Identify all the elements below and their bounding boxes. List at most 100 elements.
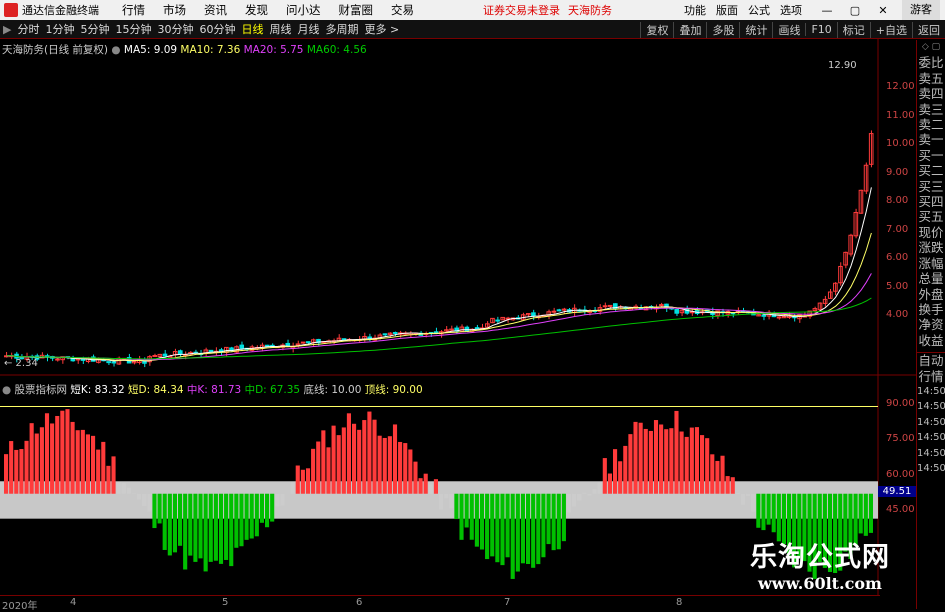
quote-label: 现价 (917, 225, 945, 240)
price-tick: 12.00 (886, 81, 915, 92)
bottom-line: 底线: 10.00 (303, 384, 361, 396)
indicator-bar (429, 485, 433, 494)
menu-item-wenxiaoda[interactable]: 问小达 (286, 2, 321, 18)
candle-body (153, 355, 157, 356)
menu-gongshi[interactable]: 公式 (748, 2, 770, 18)
tool-duogu[interactable]: 多股 (706, 22, 739, 38)
menu-item-zixun[interactable]: 资讯 (204, 2, 227, 18)
indicator-bar (132, 493, 136, 494)
tool-f10[interactable]: F10 (805, 23, 836, 36)
trade-status[interactable]: 证券交易未登录 (483, 2, 560, 18)
indicator-bar (147, 494, 151, 512)
menu-gongneng[interactable]: 功能 (684, 2, 706, 18)
indicator-bar (239, 494, 243, 546)
sub-chart-info: ● 股票指标网 短K: 83.32 短D: 84.34 中K: 81.73 中D… (2, 382, 423, 397)
period-15min[interactable]: 15分钟 (115, 21, 151, 37)
minimize-button[interactable]: — (818, 4, 836, 17)
x-tick: 8 (676, 597, 682, 608)
tool-diejia[interactable]: 叠加 (673, 22, 706, 38)
menu-banmian[interactable]: 版面 (716, 2, 738, 18)
period-multi[interactable]: 多周期 (325, 21, 358, 37)
indicator-bar (204, 494, 208, 572)
period-30min[interactable]: 30分钟 (157, 21, 193, 37)
period-60min[interactable]: 60分钟 (199, 21, 235, 37)
indicator-bar (603, 458, 607, 494)
period-more[interactable]: 更多 > (364, 21, 399, 37)
period-fenshi[interactable]: 分时 (17, 21, 39, 37)
ma20-value: MA20: 5.75 (244, 44, 304, 56)
menu-item-hangqing[interactable]: 行情 (122, 2, 145, 18)
candle-body (56, 359, 60, 360)
tool-fanhui[interactable]: 返回 (912, 22, 945, 38)
indicator-bar (593, 489, 597, 494)
indicator-bar (275, 494, 279, 507)
indicator-bar (168, 494, 172, 556)
indicator-bar (65, 409, 69, 494)
menu-item-faxian[interactable]: 发现 (245, 2, 268, 18)
candle-body (301, 342, 305, 343)
quote-label: 卖三 (917, 102, 945, 117)
indicator-bar (680, 432, 684, 494)
indicator-bar (465, 494, 469, 528)
indicator-bar (372, 420, 376, 494)
price-tick: 11.00 (886, 110, 915, 121)
tool-biaoji[interactable]: 标记 (837, 22, 870, 38)
tool-tongji[interactable]: 统计 (739, 22, 772, 38)
indicator-bar (659, 424, 663, 493)
indicator-bar (158, 494, 162, 524)
indicator-bar (260, 494, 264, 523)
period-monthly[interactable]: 月线 (297, 21, 319, 37)
indicator-bar (654, 420, 658, 494)
indicator-bar (178, 494, 182, 546)
tab-auto[interactable]: 自动 (917, 352, 945, 368)
period-daily[interactable]: 日线 (241, 21, 263, 37)
sub-current-value: 49.51 (878, 486, 916, 497)
period-weekly[interactable]: 周线 (269, 21, 291, 37)
close-button[interactable]: ✕ (874, 4, 892, 17)
indicator-bar (111, 456, 115, 493)
quote-label: 买二 (917, 163, 945, 178)
indicator-bar (362, 420, 366, 494)
menu-item-caifuquan[interactable]: 财富圈 (339, 2, 374, 18)
tool-zixuan[interactable]: +自选 (870, 22, 912, 38)
tab-quote[interactable]: 行情 (917, 369, 945, 384)
main-chart-info: 天海防务(日线 前复权) ● MA5: 9.09 MA10: 7.36 MA20… (2, 42, 367, 57)
x-tick: 7 (504, 597, 510, 608)
period-5min[interactable]: 5分钟 (80, 21, 109, 37)
menu-xuanxiang[interactable]: 选项 (780, 2, 802, 18)
indicator-bar (296, 466, 300, 494)
menu-item-shichang[interactable]: 市场 (163, 2, 186, 18)
price-tick: 5.00 (886, 281, 908, 292)
ma5-value: MA5: 9.09 (124, 44, 177, 56)
indicator-bar (490, 494, 494, 557)
main-menu: 行情 市场 资讯 发现 问小达 财富圈 交易 (113, 2, 423, 18)
maximize-button[interactable]: ▢ (846, 4, 864, 17)
indicator-name: 股票指标网 (15, 384, 68, 396)
sub-tick: 60.00 (886, 469, 915, 480)
indicator-bar (546, 494, 550, 544)
tool-fuquan[interactable]: 复权 (640, 22, 673, 38)
indicator-bar (219, 494, 223, 564)
indicator-bar (567, 494, 571, 513)
indicator-bar (521, 494, 525, 564)
indicator-bar (122, 483, 126, 494)
indicator-bar (30, 423, 34, 494)
price-tick: 10.00 (886, 138, 915, 149)
indicator-bar (664, 429, 668, 494)
indicator-bar (71, 422, 75, 494)
x-tick: 4 (70, 597, 76, 608)
toolbar-play-icon[interactable]: ▶ (3, 23, 11, 36)
indicator-bar (91, 436, 95, 494)
kline-chart[interactable] (0, 39, 916, 595)
tick-time: 14:50 (917, 415, 945, 430)
candle-body (107, 362, 111, 363)
candle-body (342, 339, 346, 340)
tool-huaxian[interactable]: 画线 (772, 22, 805, 38)
quote-label: 外盘 (917, 287, 945, 302)
guest-button[interactable]: 游客 (902, 0, 940, 20)
period-1min[interactable]: 1分钟 (45, 21, 74, 37)
indicator-bar (55, 416, 59, 494)
panel-icons[interactable]: ◇ ▢ (917, 40, 945, 55)
menu-item-jiaoyi[interactable]: 交易 (391, 2, 414, 18)
watermark: 乐淘公式网 www.60lt.com (750, 535, 890, 593)
